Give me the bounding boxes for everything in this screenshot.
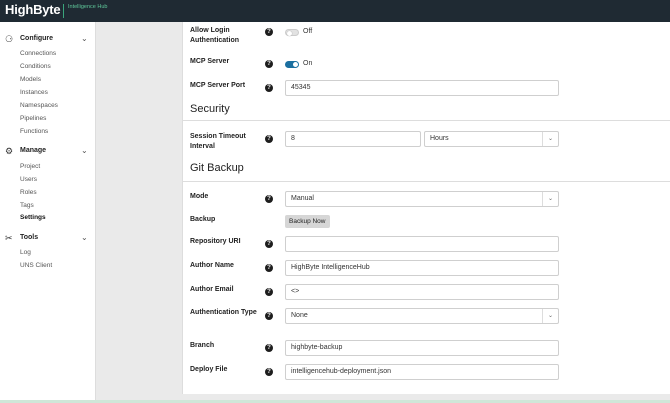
section-divider bbox=[183, 120, 670, 121]
mcp-server-toggle[interactable] bbox=[285, 61, 299, 68]
backup-now-button[interactable]: Backup Now bbox=[285, 215, 330, 228]
allow-login-toggle[interactable] bbox=[285, 29, 299, 36]
sidebar-item-tags[interactable]: Tags bbox=[20, 202, 34, 209]
sidebar-section-label: Configure bbox=[20, 35, 54, 42]
help-icon[interactable]: ? bbox=[265, 135, 273, 143]
repository-uri-label: Repository URI bbox=[190, 238, 241, 245]
session-timeout-label: Session Timeout Interval bbox=[190, 133, 246, 150]
auth-type-select[interactable]: None ⌄ bbox=[285, 308, 559, 324]
app-logo[interactable]: HighByte bbox=[5, 2, 61, 17]
help-icon[interactable]: ? bbox=[265, 368, 273, 376]
sidebar-item-uns-client[interactable]: UNS Client bbox=[20, 262, 52, 269]
session-timeout-input[interactable]: 8 bbox=[285, 131, 421, 147]
help-icon[interactable]: ? bbox=[265, 344, 273, 352]
sidebar-item-users[interactable]: Users bbox=[20, 176, 37, 183]
author-email-input[interactable]: <> bbox=[285, 284, 559, 300]
sidebar-section-manage[interactable]: ⚙ Manage ⌄ bbox=[0, 146, 96, 158]
sidebar-item-log[interactable]: Log bbox=[20, 249, 31, 256]
mcp-server-state: On bbox=[303, 60, 313, 67]
settings-panel bbox=[182, 22, 670, 394]
deploy-file-input[interactable]: intelligencehub-deployment.json bbox=[285, 364, 559, 380]
help-icon[interactable]: ? bbox=[265, 312, 273, 320]
author-email-label: Author Email bbox=[190, 286, 234, 293]
mcp-port-input[interactable]: 45345 bbox=[285, 80, 559, 96]
sidebar-section-label: Manage bbox=[20, 147, 47, 154]
select-value: None bbox=[291, 312, 308, 319]
sidebar-item-models[interactable]: Models bbox=[20, 76, 41, 83]
sidebar-item-functions[interactable]: Functions bbox=[20, 128, 48, 135]
author-name-label: Author Name bbox=[190, 262, 234, 269]
select-value: Manual bbox=[291, 195, 314, 202]
tools-icon: ✂ bbox=[5, 233, 13, 243]
allow-login-label: Allow Login Authentication bbox=[190, 27, 239, 44]
sidebar-item-connections[interactable]: Connections bbox=[20, 50, 56, 57]
deploy-file-label: Deploy File bbox=[190, 366, 228, 373]
security-section-title: Security bbox=[190, 103, 230, 115]
toggle-knob bbox=[293, 62, 298, 67]
sidebar-item-conditions[interactable]: Conditions bbox=[20, 63, 51, 70]
help-icon[interactable]: ? bbox=[265, 264, 273, 272]
help-icon[interactable]: ? bbox=[265, 288, 273, 296]
branch-label: Branch bbox=[190, 342, 215, 349]
mcp-server-label: MCP Server bbox=[190, 58, 230, 65]
sidebar-item-settings[interactable]: Settings bbox=[20, 214, 46, 221]
help-icon[interactable]: ? bbox=[265, 84, 273, 92]
sidebar-section-label: Tools bbox=[20, 234, 39, 241]
section-divider bbox=[183, 181, 670, 182]
chevron-down-icon[interactable]: ⌄ bbox=[542, 309, 558, 323]
help-icon[interactable]: ? bbox=[265, 28, 273, 36]
backup-label: Backup bbox=[190, 216, 216, 223]
gear-icon: ⚙ bbox=[5, 146, 14, 156]
sidebar-item-namespaces[interactable]: Namespaces bbox=[20, 102, 58, 109]
repository-uri-input[interactable] bbox=[285, 236, 559, 252]
select-value: Hours bbox=[430, 135, 449, 142]
content-gutter bbox=[96, 22, 182, 403]
sidebar-item-project[interactable]: Project bbox=[20, 163, 40, 170]
help-icon[interactable]: ? bbox=[265, 60, 273, 68]
chevron-down-icon[interactable]: ⌄ bbox=[542, 192, 558, 206]
app-logo-subtitle: Intelligence Hub bbox=[68, 4, 108, 10]
git-backup-section-title: Git Backup bbox=[190, 162, 244, 174]
auth-type-label: Authentication Type bbox=[190, 309, 257, 316]
sidebar: ⚆ Configure ⌄ Connections Conditions Mod… bbox=[0, 22, 96, 403]
sidebar-section-tools[interactable]: ✂ Tools ⌄ bbox=[0, 233, 96, 245]
mcp-port-label: MCP Server Port bbox=[190, 82, 246, 89]
sidebar-item-roles[interactable]: Roles bbox=[20, 189, 37, 196]
help-icon[interactable]: ? bbox=[265, 195, 273, 203]
logo-divider bbox=[63, 4, 64, 18]
session-timeout-unit-select[interactable]: Hours ⌄ bbox=[424, 131, 559, 147]
chevron-down-icon[interactable]: ⌄ bbox=[81, 233, 88, 242]
top-bar: HighByte Intelligence Hub bbox=[0, 0, 670, 22]
chevron-down-icon[interactable]: ⌄ bbox=[542, 132, 558, 146]
mode-label: Mode bbox=[190, 193, 209, 200]
chevron-down-icon[interactable]: ⌄ bbox=[81, 34, 88, 43]
mode-select[interactable]: Manual ⌄ bbox=[285, 191, 559, 207]
sidebar-item-instances[interactable]: Instances bbox=[20, 89, 48, 96]
help-icon[interactable]: ? bbox=[265, 240, 273, 248]
branch-input[interactable]: highbyte-backup bbox=[285, 340, 559, 356]
toggle-knob bbox=[287, 31, 292, 36]
sidebar-item-pipelines[interactable]: Pipelines bbox=[20, 115, 46, 122]
chevron-down-icon[interactable]: ⌄ bbox=[81, 146, 88, 155]
sidebar-section-configure[interactable]: ⚆ Configure ⌄ bbox=[0, 34, 96, 46]
author-name-input[interactable]: HighByte IntelligenceHub bbox=[285, 260, 559, 276]
allow-login-state: Off bbox=[303, 28, 313, 35]
configure-icon: ⚆ bbox=[5, 34, 14, 44]
